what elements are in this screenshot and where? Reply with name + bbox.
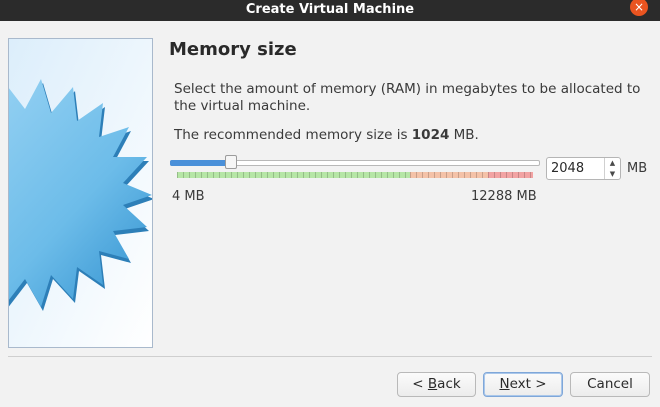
slider-handle[interactable] [225, 155, 237, 169]
recommended-memory-text: The recommended memory size is 1024 MB. [174, 127, 479, 143]
window-titlebar: Create Virtual Machine × [0, 0, 660, 21]
memory-input[interactable] [547, 158, 603, 179]
memory-unit-label: MB [627, 161, 648, 176]
memory-zone-safe [177, 172, 411, 178]
next-rest: ext > [509, 376, 547, 392]
min-memory-label: 4 MB [172, 189, 205, 204]
window-title: Create Virtual Machine [245, 2, 415, 17]
close-icon[interactable]: × [630, 0, 648, 16]
page-description: Select the amount of memory (RAM) in meg… [174, 81, 641, 114]
slider-fill [170, 160, 231, 166]
recommend-suffix: MB. [449, 127, 479, 143]
recommend-prefix: The recommended memory size is [174, 127, 412, 143]
memory-zone-warning [410, 172, 489, 178]
page-title: Memory size [169, 39, 297, 60]
back-rest: ack [437, 376, 461, 392]
spin-arrows: ▲ ▼ [604, 158, 620, 179]
back-button[interactable]: < Back [397, 372, 476, 397]
back-prefix: < [412, 376, 428, 392]
memory-slider[interactable] [170, 155, 540, 185]
next-button[interactable]: Next > [483, 372, 563, 397]
next-mnemonic: N [499, 376, 510, 392]
memory-spinbox[interactable]: ▲ ▼ [546, 157, 621, 180]
recommend-value: 1024 [411, 127, 450, 143]
cancel-button[interactable]: Cancel [570, 372, 650, 397]
back-mnemonic: B [427, 376, 438, 392]
memory-zone-danger [488, 172, 533, 178]
spin-down-icon[interactable]: ▼ [605, 169, 620, 179]
wizard-side-image [8, 38, 153, 348]
starburst-illustration [9, 39, 152, 347]
max-memory-label: 12288 MB [471, 189, 537, 204]
memory-zone-bar [177, 172, 533, 178]
spin-up-icon[interactable]: ▲ [605, 158, 620, 168]
button-divider [8, 356, 652, 357]
